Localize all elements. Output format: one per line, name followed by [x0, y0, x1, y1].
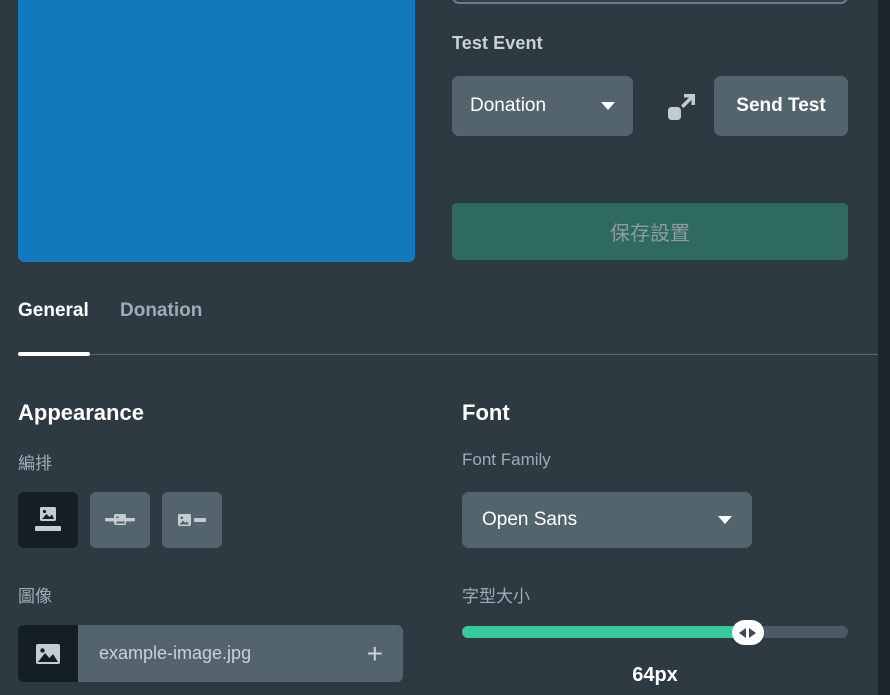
layout-label: 編排: [18, 454, 52, 473]
top-region: Test Event Donation Send Test 保存設置: [0, 0, 878, 295]
image-over-bar-icon: [105, 514, 135, 525]
font-heading: Font: [462, 400, 510, 425]
chevron-down-icon: [601, 102, 615, 110]
send-test-button[interactable]: Send Test: [714, 76, 848, 136]
font-family-value: Open Sans: [482, 509, 578, 530]
layout-option-group: [18, 492, 222, 548]
widget-preview: [18, 0, 415, 262]
arrow-right-icon: [749, 627, 757, 638]
image-label: 圖像: [18, 587, 52, 606]
test-event-label: Test Event: [452, 33, 543, 53]
image-picker: example-image.jpg +: [18, 625, 403, 682]
layout-option-image-top[interactable]: [18, 492, 78, 548]
font-size-label: 字型大小: [462, 587, 530, 606]
layout-option-image-left[interactable]: [162, 492, 222, 548]
test-event-select-value: Donation: [470, 95, 547, 116]
test-event-select[interactable]: Donation: [452, 76, 633, 136]
settings-panel-root: Test Event Donation Send Test 保存設置 Gener…: [0, 0, 878, 695]
tab-bar: General Donation: [0, 300, 878, 356]
image-icon: [36, 643, 60, 664]
plus-icon[interactable]: +: [367, 639, 383, 668]
image-file-field[interactable]: example-image.jpg +: [78, 625, 403, 682]
appearance-heading: Appearance: [18, 400, 144, 425]
font-size-slider[interactable]: [462, 620, 848, 645]
arrow-left-icon: [739, 627, 747, 638]
expand-arrow-icon[interactable]: [665, 90, 699, 124]
save-settings-button[interactable]: 保存設置: [452, 203, 848, 260]
font-family-label: Font Family: [462, 450, 551, 469]
image-above-bar-icon: [35, 507, 61, 531]
tab-divider: [18, 354, 878, 355]
slider-thumb[interactable]: [731, 620, 764, 645]
font-family-select[interactable]: Open Sans: [462, 492, 752, 548]
tab-general[interactable]: General: [18, 300, 89, 332]
image-beside-bar-icon: [178, 514, 206, 526]
font-size-value: 64px: [632, 664, 678, 686]
clipped-top-input[interactable]: [452, 0, 848, 4]
image-file-name: example-image.jpg: [99, 643, 252, 663]
chevron-down-icon: [718, 516, 732, 524]
image-thumbnail-button[interactable]: [18, 625, 78, 682]
tab-active-indicator: [18, 352, 90, 356]
layout-option-image-overlay[interactable]: [90, 492, 150, 548]
tab-donation[interactable]: Donation: [120, 300, 202, 332]
slider-fill: [462, 626, 748, 638]
